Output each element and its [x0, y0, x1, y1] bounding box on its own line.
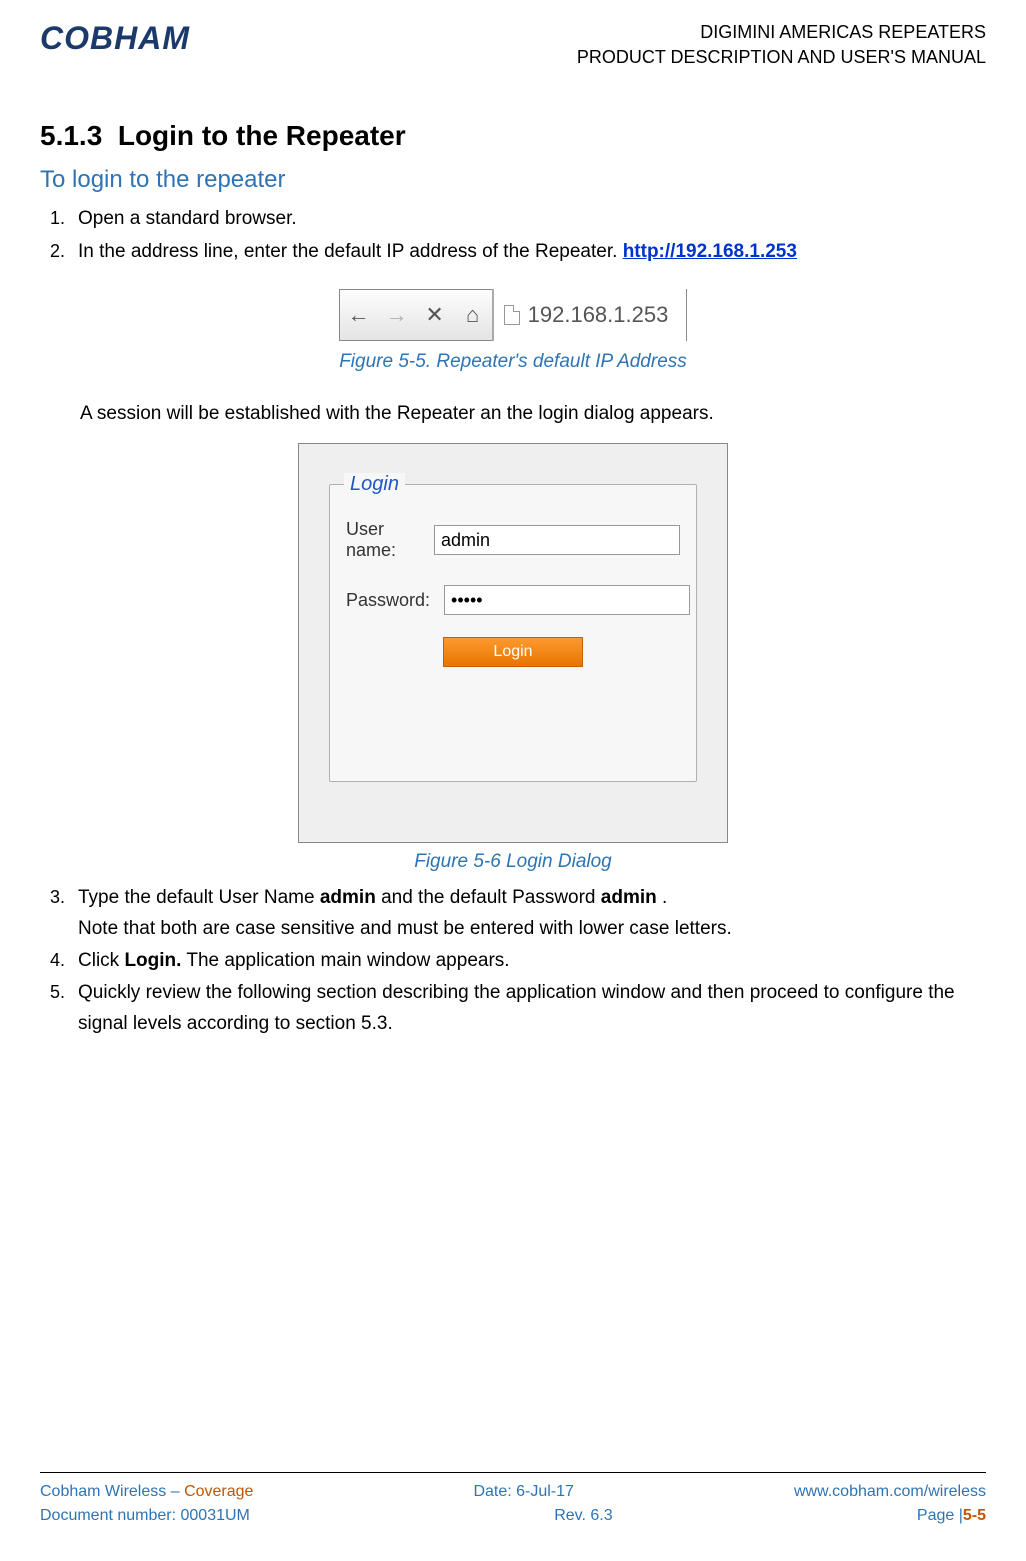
- step-5: Quickly review the following section des…: [70, 978, 986, 1039]
- footer-company-name: Cobham Wireless: [40, 1483, 166, 1500]
- step-1: Open a standard browser.: [70, 204, 986, 234]
- step-4-login-word: Login.: [124, 950, 181, 971]
- step-2-text: In the address line, enter the default I…: [78, 241, 623, 262]
- login-button[interactable]: Login: [443, 637, 583, 667]
- step-3-pre: Type the default User Name: [78, 887, 320, 908]
- doc-title-line-2: PRODUCT DESCRIPTION AND USER'S MANUAL: [577, 45, 986, 70]
- login-panel: Login User name: Password: Login: [329, 484, 697, 782]
- section-number: 5.1.3: [40, 120, 102, 151]
- browser-address-bar: ← → ✕ ⌂ 192.168.1.253: [339, 289, 688, 341]
- username-label: User name:: [346, 519, 420, 561]
- step-3-post: .: [662, 887, 667, 908]
- step-3: Type the default User Name admin and the…: [70, 883, 986, 944]
- page-footer: Cobham Wireless – Coverage Date: 6-Jul-1…: [40, 1472, 986, 1531]
- brand-logo: COBHAM: [40, 20, 190, 57]
- footer-page: Page |5-5: [917, 1507, 986, 1525]
- step-4-pre: Click: [78, 950, 124, 971]
- stop-icon[interactable]: ✕: [416, 302, 454, 328]
- procedure-subhead: To login to the repeater: [40, 166, 986, 194]
- step-3-mid: and the default Password: [381, 887, 601, 908]
- password-input[interactable]: [444, 585, 690, 615]
- back-icon[interactable]: ←: [340, 302, 378, 328]
- default-ip-link[interactable]: http://192.168.1.253: [623, 241, 797, 262]
- page-icon: [504, 305, 520, 325]
- login-panel-title: Login: [344, 473, 405, 496]
- url-field[interactable]: 192.168.1.253: [493, 289, 687, 341]
- footer-date: Date: 6-Jul-17: [473, 1483, 574, 1501]
- step-3-password: admin: [601, 887, 657, 908]
- home-icon[interactable]: ⌂: [454, 302, 492, 328]
- step-4-post: The application main window appears.: [186, 950, 509, 971]
- footer-dash: –: [166, 1483, 184, 1500]
- session-note: A session will be established with the R…: [80, 403, 986, 425]
- doc-header: DIGIMINI AMERICAS REPEATERS PRODUCT DESC…: [577, 20, 986, 70]
- footer-company: Cobham Wireless – Coverage: [40, 1483, 253, 1501]
- footer-page-number: 5-5: [963, 1507, 986, 1524]
- doc-title-line-1: DIGIMINI AMERICAS REPEATERS: [577, 20, 986, 45]
- step-2: In the address line, enter the default I…: [70, 237, 986, 267]
- footer-page-label: Page |: [917, 1507, 963, 1524]
- forward-icon: →: [378, 302, 416, 328]
- password-label: Password:: [346, 590, 430, 611]
- footer-url[interactable]: www.cobham.com/wireless: [794, 1483, 986, 1501]
- section-heading: 5.1.3 Login to the Repeater: [40, 120, 986, 152]
- login-dialog: Login User name: Password: Login: [298, 443, 728, 843]
- footer-coverage: Coverage: [184, 1483, 253, 1500]
- figure-5-5-caption: Figure 5-5. Repeater's default IP Addres…: [40, 351, 986, 373]
- username-input[interactable]: [434, 525, 680, 555]
- figure-5-6-caption: Figure 5-6 Login Dialog: [40, 851, 986, 873]
- section-title: Login to the Repeater: [118, 120, 406, 151]
- step-4: Click Login. The application main window…: [70, 946, 986, 976]
- footer-doc-number: Document number: 00031UM: [40, 1507, 250, 1525]
- step-3-username: admin: [320, 887, 376, 908]
- url-text: 192.168.1.253: [528, 302, 669, 328]
- footer-rev: Rev. 6.3: [554, 1507, 612, 1525]
- step-3-note: Note that both are case sensitive and mu…: [78, 914, 986, 944]
